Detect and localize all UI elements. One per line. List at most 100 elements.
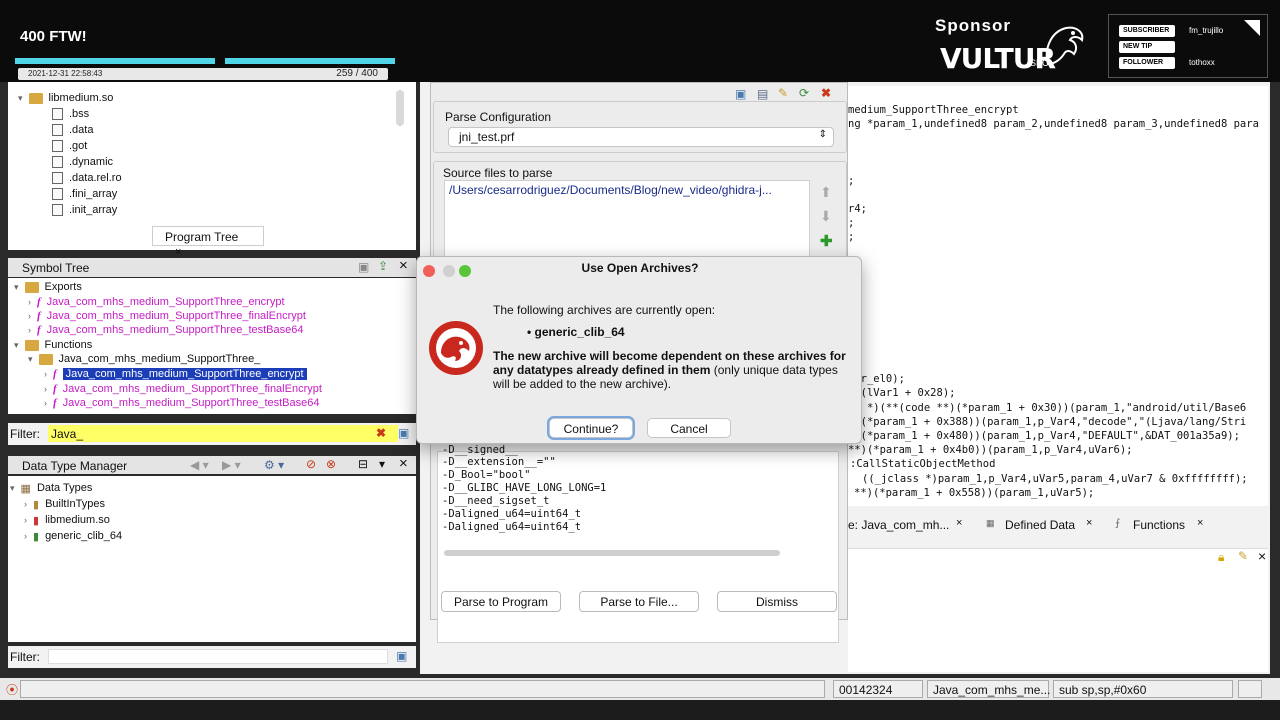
- file-archive-icon: ▮: [33, 530, 40, 543]
- tab-program-tree[interactable]: Program Tree ×: [152, 226, 264, 258]
- tree-item[interactable]: .fini_array: [52, 186, 117, 202]
- function-item[interactable]: › f Java_com_mhs_medium_SupportThree_encry…: [44, 366, 307, 382]
- parse-to-program-button[interactable]: Parse to Program: [441, 591, 561, 612]
- sponsor-label: Sponsor: [935, 16, 1011, 35]
- move-down-icon[interactable]: ⬇: [820, 208, 832, 225]
- data-type-filter-input[interactable]: [48, 649, 388, 664]
- close-icon[interactable]: ×: [1086, 517, 1092, 529]
- collapse-icon[interactable]: ⊟: [358, 457, 368, 471]
- chevron-down-icon[interactable]: ▾: [28, 354, 33, 365]
- chevron-right-icon[interactable]: ›: [24, 515, 27, 525]
- tool-icon[interactable]: ⚙ ▾: [264, 458, 284, 472]
- chevron-right-icon[interactable]: ›: [44, 384, 47, 394]
- filter-options-icon[interactable]: ▣: [396, 649, 407, 663]
- tree-item-label: .data.rel.ro: [69, 172, 122, 184]
- chevron-right-icon[interactable]: ›: [44, 398, 47, 408]
- tree-item-label: .dynamic: [69, 156, 114, 168]
- export-item[interactable]: › f Java_com_mhs_medium_SupportThree_testB…: [28, 322, 303, 338]
- chevron-right-icon[interactable]: ›: [44, 369, 47, 379]
- chevron-down-icon[interactable]: ▾: [18, 93, 23, 104]
- filter-icon[interactable]: ⊘: [306, 457, 316, 471]
- tree-folder-function-group[interactable]: ▾ Java_com_mhs_medium_SupportThree_: [28, 351, 260, 367]
- parse-config-select[interactable]: jni_test.prf ⇕: [448, 127, 834, 147]
- close-icon[interactable]: ×: [399, 257, 408, 274]
- tree-item-label: .got: [69, 140, 88, 152]
- save-as-icon[interactable]: ▤: [757, 87, 768, 101]
- chevron-right-icon[interactable]: ›: [24, 531, 27, 541]
- symbol-filter-input[interactable]: Java_: [48, 425, 398, 442]
- chevron-right-icon[interactable]: ›: [28, 297, 31, 307]
- horizontal-scrollbar[interactable]: [444, 550, 780, 556]
- scrollbar[interactable]: [396, 90, 404, 126]
- archive-item[interactable]: › ▮ libmedium.so: [24, 512, 110, 528]
- dismiss-button[interactable]: Dismiss: [717, 591, 837, 612]
- parse-to-file-button[interactable]: Parse to File...: [579, 591, 699, 612]
- code-line: *)(*param_1 + 0x480))(param_1,p_Var4,"DE…: [848, 430, 1240, 442]
- close-icon[interactable]: ×: [1258, 548, 1266, 564]
- chevron-right-icon[interactable]: ›: [24, 499, 27, 509]
- code-line: ((_jclass *)param_1,p_Var4,uVar5,param_4…: [862, 473, 1248, 485]
- close-icon[interactable]: ×: [175, 246, 181, 258]
- program-tree-panel: ▾ libmedium.so .bss .data .got .dynamic …: [8, 82, 416, 250]
- tree-item-label: .init_array: [69, 204, 118, 216]
- code-line: ID *)(**(code **)(*param_1 + 0x30))(para…: [848, 402, 1247, 414]
- archive-item[interactable]: › ▮ generic_clib_64: [24, 528, 122, 544]
- tree-item[interactable]: .data.rel.ro: [52, 170, 122, 186]
- function-item[interactable]: › f Java_com_mhs_medium_SupportThree_testB…: [44, 395, 319, 411]
- social-row: NEW TIP: [1119, 41, 1269, 55]
- symbol-tree-header: Symbol Tree ▣ ⇪ ×: [8, 257, 416, 277]
- folder-icon: [28, 92, 43, 104]
- chevron-down-icon[interactable]: ▾: [14, 282, 19, 293]
- clear-icon[interactable]: ✎: [778, 86, 788, 100]
- refresh-icon[interactable]: ⟳: [799, 86, 809, 100]
- pencil-icon[interactable]: ✎: [1238, 549, 1248, 563]
- tree-item-label: .bss: [69, 108, 90, 120]
- archive-label: BuiltInTypes: [45, 498, 105, 510]
- source-file-item[interactable]: /Users/cesarrodriguez/Documents/Blog/new…: [449, 183, 772, 197]
- close-icon[interactable]: ×: [399, 455, 408, 472]
- continue-button[interactable]: Continue?: [549, 418, 633, 438]
- file-icon: [52, 188, 63, 200]
- lock-icon[interactable]: 🔒︎: [1218, 550, 1224, 565]
- parse-options-text[interactable]: -D__signed__ -D__extension__="" -D_Bool=…: [437, 444, 839, 643]
- add-icon[interactable]: ✚: [820, 232, 833, 250]
- tree-root[interactable]: ▾ ▦ Data Types: [10, 480, 92, 496]
- chevron-right-icon[interactable]: ›: [28, 311, 31, 321]
- move-up-icon[interactable]: ⬆: [820, 184, 832, 201]
- export-icon[interactable]: ⇪: [378, 259, 388, 273]
- tab-functions[interactable]: Functions: [1133, 518, 1185, 532]
- snapshot-icon[interactable]: ▣: [358, 260, 369, 274]
- filter-archive-icon[interactable]: ⊗: [326, 457, 336, 471]
- filter-options-icon[interactable]: ▣: [398, 426, 409, 440]
- chevron-down-icon[interactable]: ▾: [14, 340, 19, 351]
- tree-item[interactable]: .got: [52, 138, 87, 154]
- forward-arrow-icon[interactable]: ▶ ▾: [222, 458, 241, 472]
- chevron-down-icon[interactable]: ▾: [10, 483, 15, 494]
- tree-item[interactable]: .init_array: [52, 202, 117, 218]
- source-files-label: Source files to parse: [443, 166, 553, 180]
- delete-icon[interactable]: ✖: [821, 86, 831, 100]
- option-line: -Daligned_u64=uint64_t: [442, 521, 582, 533]
- social-label: NEW TIP: [1119, 41, 1175, 53]
- tree-item[interactable]: .dynamic: [52, 154, 113, 170]
- tree-item[interactable]: .bss: [52, 106, 89, 122]
- tree-root[interactable]: ▾ libmedium.so: [18, 90, 113, 106]
- clear-filter-icon[interactable]: ✖: [376, 426, 386, 440]
- right-tab-strip: e: Java_com_mh... × ▦ Defined Data × ⨍ F…: [840, 516, 1270, 536]
- tab-defined-data[interactable]: Defined Data: [1005, 518, 1075, 532]
- close-icon[interactable]: ×: [956, 517, 962, 529]
- archive-item[interactable]: › ▮ BuiltInTypes: [24, 496, 105, 512]
- decompiler-view[interactable]: medium_SupportThree_encrypt ng *param_1,…: [848, 86, 1268, 506]
- export-label: Java_com_mhs_medium_SupportThree_finalEn…: [46, 310, 306, 322]
- screen: 400 FTW! 2021-12-31 22:58:43 259 / 400 S…: [0, 0, 1280, 720]
- tree-folder-exports[interactable]: ▾ Exports: [14, 279, 82, 295]
- close-icon[interactable]: ×: [1197, 517, 1203, 529]
- menu-icon[interactable]: ▾: [379, 457, 385, 471]
- tab-decompile[interactable]: e: Java_com_mh...: [848, 518, 949, 532]
- back-arrow-icon[interactable]: ◀ ▾: [190, 458, 209, 472]
- folder-label: Functions: [44, 339, 93, 351]
- tree-item[interactable]: .data: [52, 122, 93, 138]
- cancel-button[interactable]: Cancel: [647, 418, 731, 438]
- chevron-right-icon[interactable]: ›: [28, 325, 31, 335]
- save-icon[interactable]: ▣: [735, 87, 746, 101]
